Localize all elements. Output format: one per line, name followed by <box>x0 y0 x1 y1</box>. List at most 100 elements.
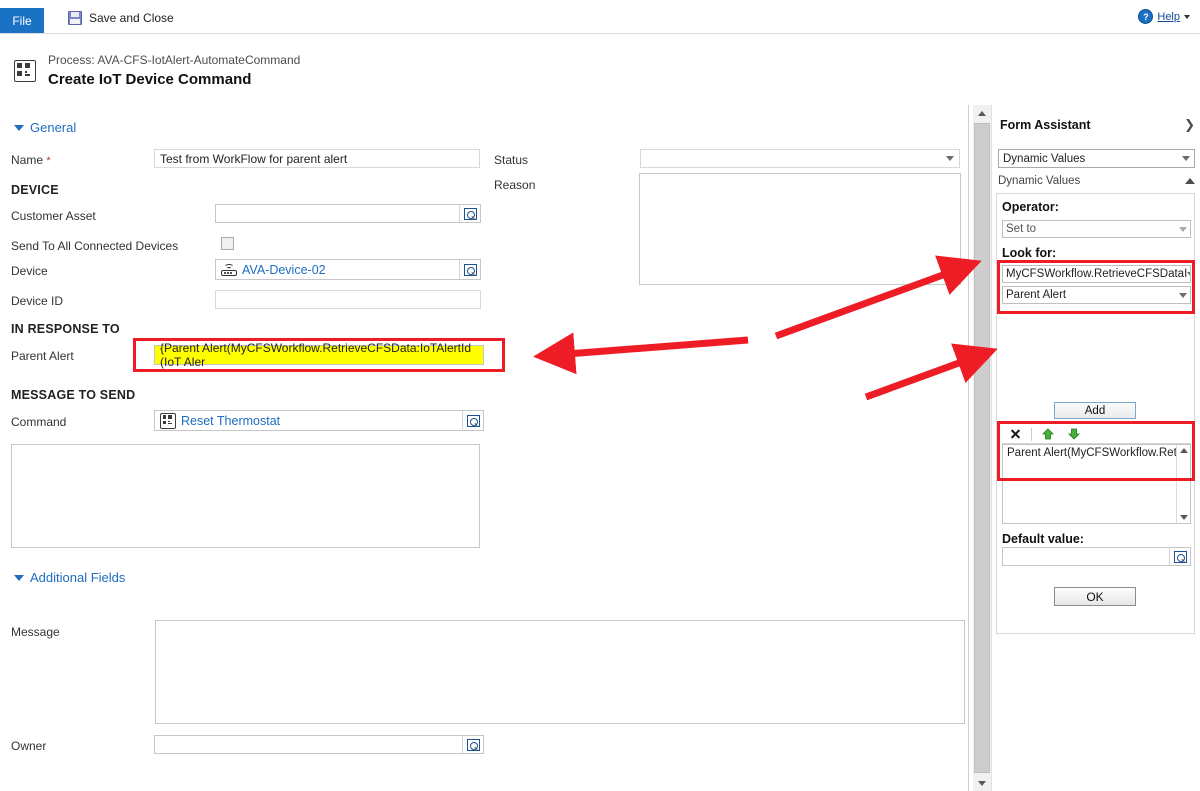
help-label: Help <box>1157 10 1180 23</box>
page-header: Process: AVA-CFS-IotAlert-AutomateComman… <box>14 52 300 90</box>
look-for-field-select[interactable]: Parent Alert <box>1002 286 1191 304</box>
device-id-input[interactable] <box>215 290 481 309</box>
assistant-type-select[interactable]: Dynamic Values <box>998 149 1195 168</box>
iot-command-entity-icon <box>14 60 36 82</box>
arrow-up-icon[interactable] <box>1179 448 1188 453</box>
operator-label: Operator: <box>1002 200 1059 214</box>
delete-icon[interactable] <box>1002 426 1028 443</box>
help-link[interactable]: ? Help <box>1138 9 1190 24</box>
move-down-icon[interactable] <box>1061 426 1087 443</box>
search-icon <box>466 738 480 751</box>
required-marker: * <box>46 155 51 167</box>
section-general-label: General <box>30 120 77 135</box>
customer-asset-lookup-button[interactable] <box>459 205 480 222</box>
toolbar-separator <box>1031 427 1032 441</box>
label-message: Message <box>11 625 60 639</box>
save-icon <box>68 11 82 25</box>
search-icon <box>1173 550 1187 563</box>
operator-value: Set to <box>1006 223 1037 235</box>
save-and-close-button[interactable]: Save and Close <box>62 5 180 31</box>
parent-alert-value: {Parent Alert(MyCFSWorkflow.RetrieveCFSD… <box>160 341 471 369</box>
status-select[interactable] <box>640 149 960 168</box>
ok-button[interactable]: OK <box>1054 587 1136 606</box>
label-parent-alert: Parent Alert <box>11 349 74 363</box>
label-reason: Reason <box>494 178 535 192</box>
search-icon <box>463 263 477 276</box>
scrollbar-thumb[interactable] <box>974 123 990 773</box>
chevron-down-icon <box>1184 14 1190 19</box>
section-additional-fields-label: Additional Fields <box>30 570 126 585</box>
label-owner: Owner <box>11 739 47 753</box>
search-icon <box>466 414 480 427</box>
parent-alert-input[interactable]: {Parent Alert(MyCFSWorkflow.RetrieveCFSD… <box>154 341 484 369</box>
assistant-type-value: Dynamic Values <box>1003 152 1086 165</box>
device-value-wrap: AVA-Device-02 <box>216 263 459 277</box>
chevron-down-icon <box>1179 226 1187 232</box>
arrow-down-icon <box>978 780 986 786</box>
device-lookup[interactable]: AVA-Device-02 <box>215 259 481 280</box>
label-device: Device <box>11 264 48 278</box>
ribbon-bar: File Save and Close ? Help <box>0 0 1200 34</box>
router-device-icon <box>221 263 237 276</box>
command-lookup[interactable]: Reset Thermostat <box>154 410 484 431</box>
list-item[interactable]: Parent Alert(MyCFSWorkflow.Retrie <box>1003 445 1190 461</box>
send-to-all-connected-devices-checkbox[interactable] <box>221 237 234 250</box>
operator-select[interactable]: Set to <box>1002 220 1191 238</box>
add-button[interactable]: Add <box>1054 402 1136 419</box>
look-for-entity-select[interactable]: MyCFSWorkflow.RetrieveCFSDataI <box>1002 265 1191 283</box>
label-name: Name * <box>11 153 51 167</box>
dynamic-values-toolbar <box>1002 425 1191 444</box>
command-entity-icon <box>160 412 176 429</box>
list-scrollbar[interactable] <box>1176 445 1190 523</box>
command-body-textarea[interactable] <box>11 444 480 548</box>
default-value-label: Default value: <box>1002 532 1084 546</box>
chevron-down-icon <box>1187 271 1190 277</box>
name-input-value: Test from WorkFlow for parent alert <box>160 151 348 166</box>
customer-asset-lookup[interactable] <box>215 204 481 223</box>
dynamic-values-group-label: Dynamic Values <box>998 175 1081 187</box>
move-up-icon[interactable] <box>1035 426 1061 443</box>
look-for-field-value: Parent Alert <box>1006 289 1067 301</box>
chevron-up-icon <box>1185 178 1195 184</box>
label-command: Command <box>11 415 67 429</box>
arrow-down-icon[interactable] <box>1179 515 1188 520</box>
label-status: Status <box>494 153 528 167</box>
look-for-label: Look for: <box>1002 246 1057 260</box>
label-reason-text: Reason <box>494 178 536 192</box>
file-tab[interactable]: File <box>0 8 44 33</box>
help-icon: ? <box>1138 9 1154 24</box>
scroll-up-button[interactable] <box>973 105 991 121</box>
command-lookup-button[interactable] <box>462 411 483 430</box>
default-value-lookup[interactable] <box>1002 547 1191 566</box>
scroll-down-button[interactable] <box>973 775 991 791</box>
form-assistant-scrollbar[interactable] <box>973 105 992 791</box>
reason-textarea[interactable] <box>639 173 961 285</box>
add-button-label: Add <box>1084 404 1106 417</box>
label-customer-asset: Customer Asset <box>11 209 96 223</box>
arrow-up-icon <box>978 110 986 116</box>
save-and-close-label: Save and Close <box>89 11 174 25</box>
chevron-right-icon[interactable]: ❯ <box>1184 117 1195 133</box>
dynamic-values-list[interactable]: Parent Alert(MyCFSWorkflow.Retrie <box>1002 444 1191 524</box>
file-tab-label: File <box>12 13 32 28</box>
process-label: Process: AVA-CFS-IotAlert-AutomateComman… <box>48 53 301 67</box>
collapse-caret-icon <box>14 124 24 131</box>
device-value: AVA-Device-02 <box>242 262 326 277</box>
command-value: Reset Thermostat <box>181 413 281 428</box>
section-general[interactable]: General <box>14 120 76 135</box>
chevron-down-icon <box>946 156 954 161</box>
main-form: General Name * Test from WorkFlow for pa… <box>0 105 968 791</box>
subhead-in-response-to: IN RESPONSE TO <box>11 322 120 336</box>
form-assistant-panel: Form Assistant ❯ Dynamic Values Dynamic … <box>968 105 1200 791</box>
device-lookup-button[interactable] <box>459 260 480 279</box>
owner-lookup-button[interactable] <box>462 736 483 753</box>
look-for-entity-value: MyCFSWorkflow.RetrieveCFSDataI <box>1006 268 1188 280</box>
default-value-lookup-button[interactable] <box>1169 548 1190 565</box>
label-device-id: Device ID <box>11 294 64 308</box>
dynamic-values-group-header[interactable]: Dynamic Values <box>998 175 1195 187</box>
message-textarea[interactable] <box>155 620 965 724</box>
name-input[interactable]: Test from WorkFlow for parent alert <box>154 149 480 168</box>
owner-lookup[interactable] <box>154 735 484 754</box>
section-additional-fields[interactable]: Additional Fields <box>14 570 125 585</box>
label-send-to-all-connected-devices: Send To All Connected Devices <box>11 239 179 253</box>
